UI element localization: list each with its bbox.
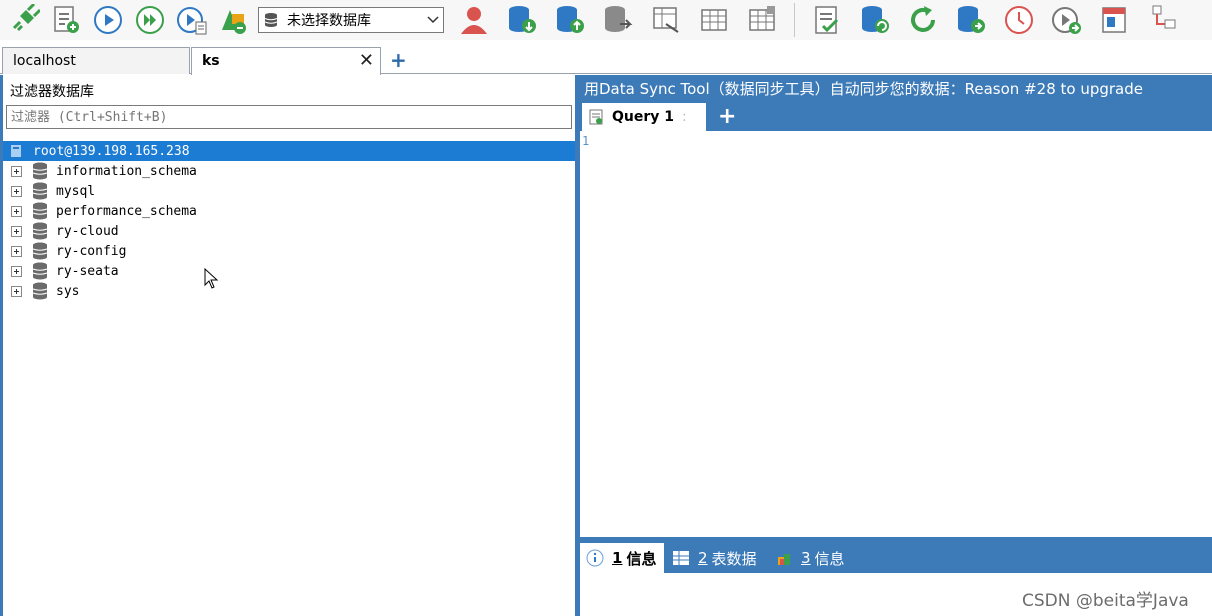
object-browser-panel: 过滤器数据库 root@139.198.165.238 information_… xyxy=(0,75,578,616)
tree-item-label: performance_schema xyxy=(56,203,197,219)
table-data-icon[interactable] xyxy=(744,2,780,38)
more-icon[interactable] xyxy=(1145,2,1181,38)
filter-input[interactable] xyxy=(6,105,572,129)
tree-item-label: ry-cloud xyxy=(56,223,119,239)
tree-item[interactable]: information_schema xyxy=(3,161,575,181)
new-query-icon[interactable] xyxy=(48,2,84,38)
database-icon xyxy=(32,162,48,180)
sync-db-icon[interactable] xyxy=(857,2,893,38)
main-toolbar: 未选择数据库 xyxy=(0,0,1212,40)
tab-number: 1 xyxy=(612,549,623,567)
expand-icon[interactable] xyxy=(11,205,22,217)
table-icon[interactable] xyxy=(696,2,732,38)
database-selector-value: 未选择数据库 xyxy=(287,13,371,29)
tab-number: 2 xyxy=(698,549,708,567)
tab-query-1[interactable]: Query 1 : xyxy=(582,103,706,131)
query-tab-label: Query 1 xyxy=(612,109,675,125)
chevron-down-icon xyxy=(427,16,439,24)
tree-item-label: ry-config xyxy=(56,243,127,259)
upgrade-banner[interactable]: 用Data Sync Tool（数据同步工具）自动同步您的数据：Reason #… xyxy=(584,78,1143,99)
tree-item-label: information_schema xyxy=(56,163,197,179)
watermark: CSDN @beita学Java xyxy=(1022,591,1189,611)
database-icon xyxy=(32,182,48,200)
query-panel: 用Data Sync Tool（数据同步工具）自动同步您的数据：Reason #… xyxy=(578,75,1212,616)
grid-icon xyxy=(673,551,689,565)
tab-label: 信息 xyxy=(814,549,845,568)
database-icon xyxy=(32,282,48,300)
expand-icon[interactable] xyxy=(11,265,22,277)
mouse-pointer-icon xyxy=(204,268,219,289)
tab-label: ks xyxy=(202,53,220,69)
server-icon xyxy=(11,145,21,157)
run-file-icon[interactable] xyxy=(174,2,210,38)
tree-item-label: sys xyxy=(56,283,80,299)
tab-label: localhost xyxy=(13,53,76,69)
backup-db-icon[interactable] xyxy=(504,2,540,38)
tree-item[interactable]: mysql xyxy=(3,181,575,201)
tab-ks[interactable]: ks ✕ xyxy=(191,47,381,75)
sql-editor-icon[interactable] xyxy=(809,2,845,38)
tab-label: 信息 xyxy=(626,549,657,568)
restore-db-icon[interactable] xyxy=(552,2,588,38)
tree-item-label: mysql xyxy=(56,183,96,199)
schedule-icon[interactable] xyxy=(1001,2,1037,38)
run-all-icon[interactable] xyxy=(132,2,168,38)
tab-info-1[interactable]: 1 信息 xyxy=(580,543,665,573)
query-tab-separator: : xyxy=(682,109,687,125)
tab-localhost[interactable]: localhost xyxy=(2,47,190,74)
new-tab-button[interactable]: + xyxy=(390,48,407,72)
status-icon xyxy=(778,554,790,565)
refresh-icon[interactable] xyxy=(905,2,941,38)
filter-title: 过滤器数据库 xyxy=(10,84,94,100)
tree-item[interactable]: performance_schema xyxy=(3,201,575,221)
expand-icon[interactable] xyxy=(11,165,22,177)
run-task-icon[interactable] xyxy=(1049,2,1085,38)
toolbar-separator xyxy=(794,3,795,37)
export-db-icon[interactable] xyxy=(600,2,636,38)
expand-icon[interactable] xyxy=(11,245,22,257)
expand-icon[interactable] xyxy=(11,285,22,297)
schema-designer-icon[interactable] xyxy=(216,2,252,38)
database-icon xyxy=(32,222,48,240)
database-icon xyxy=(32,262,48,280)
database-selector[interactable]: 未选择数据库 xyxy=(258,7,444,33)
result-tabs: 1 信息 2 表数据 3 信息 xyxy=(578,541,1212,573)
expand-icon[interactable] xyxy=(11,185,22,197)
import-icon[interactable] xyxy=(648,2,684,38)
connection-tabs: localhost ks ✕ + xyxy=(0,44,1212,75)
tree-item[interactable]: ry-cloud xyxy=(3,221,575,241)
tab-number: 3 xyxy=(801,549,811,567)
tree-root-label: root@139.198.165.238 xyxy=(33,143,190,159)
user-icon[interactable] xyxy=(456,2,492,38)
tree-item[interactable]: sys xyxy=(3,281,575,301)
tree-root-connection[interactable]: root@139.198.165.238 xyxy=(3,141,575,161)
tree-item[interactable]: ry-config xyxy=(3,241,575,261)
expand-icon[interactable] xyxy=(11,225,22,237)
close-icon[interactable]: ✕ xyxy=(359,50,374,71)
query-tabs: Query 1 : + xyxy=(578,103,1212,131)
window-icon[interactable] xyxy=(1097,2,1133,38)
tab-info-3[interactable]: 3 信息 xyxy=(775,543,845,573)
database-icon xyxy=(32,242,48,260)
db-sync-icon[interactable] xyxy=(953,2,989,38)
tree-item-label: ry-seata xyxy=(56,263,119,279)
run-icon[interactable] xyxy=(90,2,126,38)
database-icon xyxy=(32,202,48,220)
database-tree: root@139.198.165.238 information_schema … xyxy=(3,141,575,301)
info-icon xyxy=(586,549,604,567)
add-query-button[interactable]: + xyxy=(718,104,736,129)
connect-icon[interactable] xyxy=(6,2,42,38)
tab-label: 表数据 xyxy=(711,549,757,568)
query-icon xyxy=(589,109,603,125)
tab-table-data[interactable]: 2 表数据 xyxy=(672,543,757,573)
tree-item[interactable]: ry-seata xyxy=(3,261,575,281)
database-icon xyxy=(264,13,278,27)
sql-editor[interactable]: 1 xyxy=(580,131,1212,537)
line-number: 1 xyxy=(582,134,590,148)
